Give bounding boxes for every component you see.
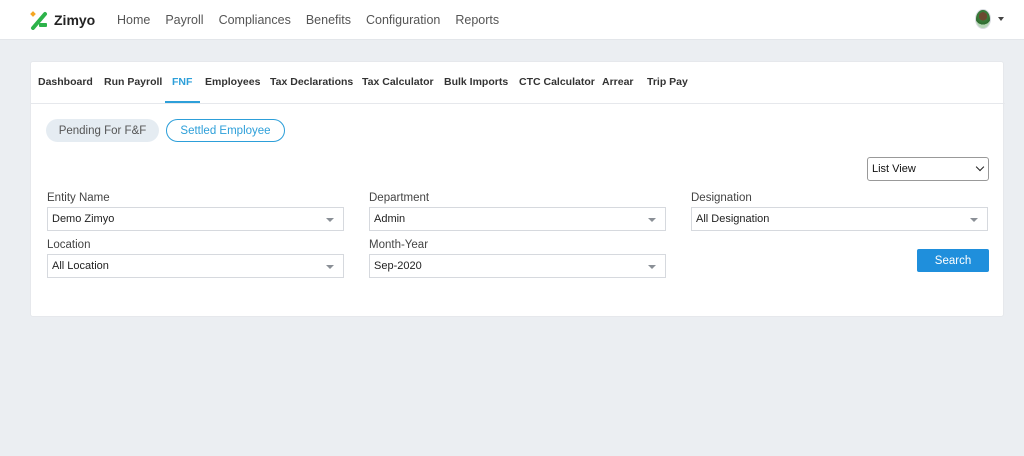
tab-ctc-calculator[interactable]: CTC Calculator [519,76,595,88]
settled-employee-toggle[interactable]: Settled Employee [166,119,285,142]
location-select[interactable]: All Location [47,254,344,278]
location-value: All Location [52,260,109,272]
payroll-tabs: Dashboard Run Payroll FNF Employees Tax … [31,62,1005,104]
entity-name-value: Demo Zimyo [52,213,115,225]
location-label: Location [47,239,91,251]
search-button[interactable]: Search [917,249,989,272]
view-mode-select[interactable]: List View [867,157,989,181]
dropdown-arrow-icon [326,265,334,269]
dropdown-arrow-icon [326,218,334,222]
nav-configuration[interactable]: Configuration [366,13,440,27]
designation-select[interactable]: All Designation [691,207,988,231]
chevron-down-icon [975,162,985,172]
designation-value: All Designation [696,213,770,225]
dropdown-arrow-icon [648,265,656,269]
brand-name: Zimyo [54,12,96,28]
tab-tax-calculator[interactable]: Tax Calculator [362,76,434,88]
active-tab-indicator [165,101,200,103]
tab-employees[interactable]: Employees [205,76,260,88]
nav-home[interactable]: Home [117,13,150,27]
month-year-select[interactable]: Sep-2020 [369,254,666,278]
department-select[interactable]: Admin [369,207,666,231]
tab-trip-pay[interactable]: Trip Pay [647,76,688,88]
month-year-value: Sep-2020 [374,260,422,272]
dropdown-arrow-icon [970,218,978,222]
tab-bulk-imports[interactable]: Bulk Imports [444,76,508,88]
department-value: Admin [374,213,406,225]
pending-fnf-toggle[interactable]: Pending For F&F [46,119,159,142]
nav-benefits[interactable]: Benefits [306,13,351,27]
top-navbar: Zimyo Home Payroll Compliances Benefits … [0,0,1024,40]
main-nav: Home Payroll Compliances Benefits Config… [117,0,514,40]
fnf-card: Dashboard Run Payroll FNF Employees Tax … [30,61,1005,317]
tab-arrear[interactable]: Arrear [602,76,634,88]
designation-label: Designation [691,192,752,204]
month-year-label: Month-Year [369,239,429,251]
entity-name-select[interactable]: Demo Zimyo [47,207,344,231]
entity-name-label: Entity Name [47,192,110,204]
tab-run-payroll[interactable]: Run Payroll [104,76,162,88]
zimyo-logo-icon [30,11,47,30]
brand-logo[interactable]: Zimyo [30,9,95,31]
caret-down-icon [998,17,1004,21]
tab-tax-declarations[interactable]: Tax Declarations [270,76,353,88]
avatar [975,9,991,29]
nav-reports[interactable]: Reports [455,13,499,27]
nav-payroll[interactable]: Payroll [165,13,203,27]
department-label: Department [369,192,430,204]
tab-fnf[interactable]: FNF [172,76,192,88]
dropdown-arrow-icon [648,218,656,222]
nav-compliances[interactable]: Compliances [219,13,291,27]
user-menu[interactable] [975,9,1004,29]
view-mode-value: List View [872,163,916,175]
tab-dashboard[interactable]: Dashboard [38,76,93,88]
